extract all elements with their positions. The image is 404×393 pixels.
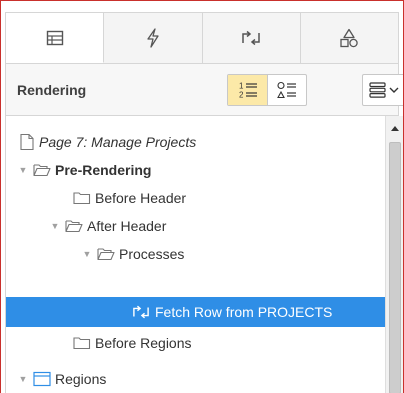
tree-node-before-regions[interactable]: Before Regions <box>6 329 385 357</box>
lightning-icon <box>147 28 159 48</box>
tab-dynamic-actions[interactable] <box>104 13 203 63</box>
expand-caret-icon[interactable]: ▼ <box>49 221 61 231</box>
expand-caret-icon[interactable]: ▼ <box>81 249 93 259</box>
tree-menu-button[interactable] <box>362 74 403 106</box>
process-arrows-icon <box>242 30 260 46</box>
svg-text:1: 1 <box>239 82 244 91</box>
scroll-up-arrow-icon[interactable] <box>386 122 403 134</box>
tree-node-label: Regions <box>55 371 107 387</box>
tree-scrollbar[interactable] <box>385 116 403 393</box>
tree-node-label: Before Header <box>95 190 187 206</box>
svg-text:2: 2 <box>239 91 244 100</box>
tab-processing[interactable] <box>203 13 301 63</box>
page-designer-panel: Rendering 1 2 Page 7: Manage Projects ▼ … <box>0 0 404 393</box>
tree-node-label: After Header <box>87 218 167 234</box>
tree-node-regions[interactable]: ▼ Regions <box>6 365 385 393</box>
region-icon <box>33 371 51 387</box>
folder-open-icon <box>33 163 51 177</box>
tab-shared-components[interactable] <box>301 13 398 63</box>
tree-node-label: Before Regions <box>95 335 192 351</box>
tree-node-label: Page 7: Manage Projects <box>39 134 197 150</box>
process-arrows-icon <box>131 304 151 320</box>
grouped-list-icon <box>277 81 296 99</box>
menu-lines-icon <box>369 82 399 98</box>
expand-caret-icon[interactable]: ▼ <box>17 165 29 175</box>
folder-open-icon <box>97 247 115 261</box>
tree-node-pre-rendering[interactable]: ▼ Pre-Rendering <box>6 156 385 184</box>
view-by-component-button[interactable]: 1 2 <box>228 75 267 105</box>
tree-node-label: Pre-Rendering <box>55 162 152 178</box>
shared-components-icon <box>340 28 359 48</box>
rendering-toolbar: Rendering 1 2 <box>5 64 403 116</box>
page-icon <box>19 133 35 151</box>
folder-open-icon <box>65 219 83 233</box>
tree-node-processes[interactable]: ▼ Processes <box>6 240 385 268</box>
scrollbar-thumb[interactable] <box>389 142 401 393</box>
panel-tabs <box>5 12 399 64</box>
tree-node-label: Processes <box>119 246 185 262</box>
tree-node-before-header[interactable]: Before Header <box>6 184 385 212</box>
tab-rendering[interactable] <box>6 13 105 63</box>
toolbar-title: Rendering <box>17 82 87 98</box>
tree-node-label: Fetch Row from PROJECTS <box>155 304 333 320</box>
view-toggle-group: 1 2 <box>227 74 307 106</box>
folder-icon <box>73 336 91 350</box>
expand-caret-icon[interactable]: ▼ <box>17 374 29 384</box>
tree-node-fetch-row[interactable]: Fetch Row from PROJECTS <box>6 297 385 327</box>
tree-node-after-header[interactable]: ▼ After Header <box>6 212 385 240</box>
view-by-processing-order-button[interactable] <box>267 75 306 105</box>
tree-node-page[interactable]: Page 7: Manage Projects <box>6 128 385 156</box>
folder-icon <box>73 191 91 205</box>
panel-list-icon <box>46 30 63 45</box>
rendering-tree: Page 7: Manage Projects ▼ Pre-Rendering … <box>5 116 385 393</box>
ordered-list-icon: 1 2 <box>239 82 257 100</box>
